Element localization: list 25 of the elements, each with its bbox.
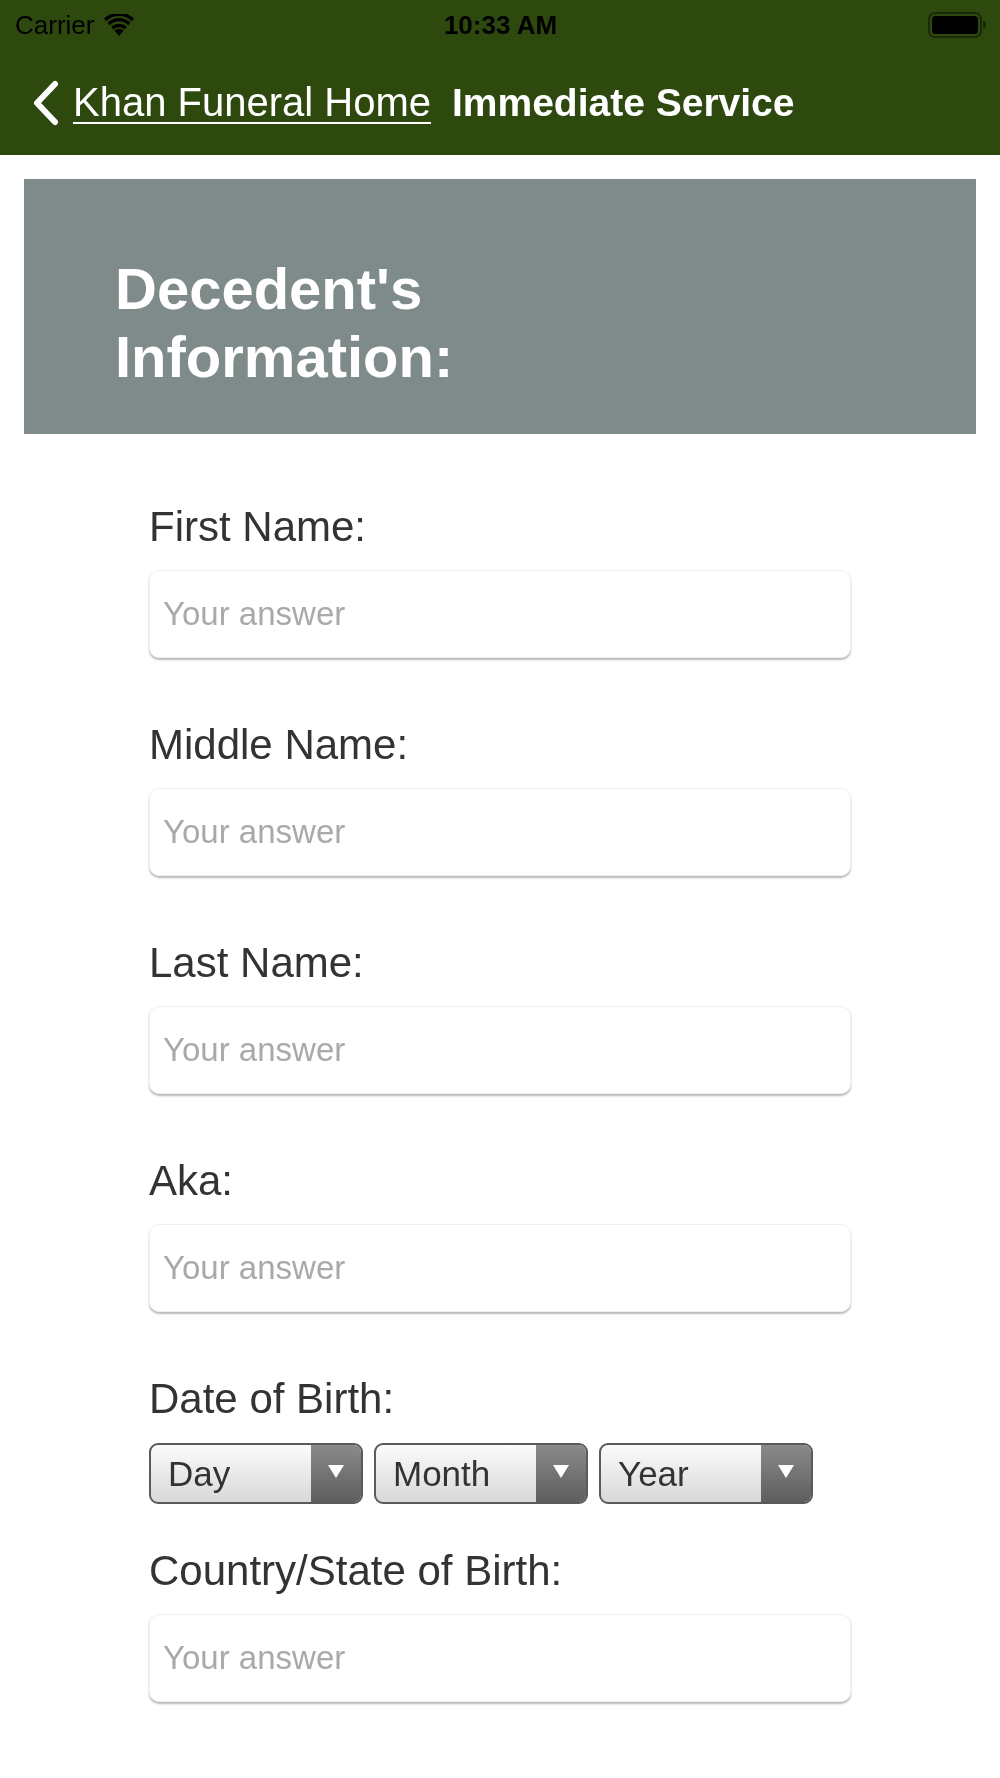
field-label: Last Name:: [149, 939, 364, 987]
field-label: Date of Birth:: [149, 1375, 395, 1423]
answer-field[interactable]: Your answer: [149, 788, 851, 876]
dropdown-select[interactable]: Month: [374, 1443, 588, 1504]
caret-icon: [311, 1445, 361, 1502]
status-time: 10:33 AM: [443, 9, 558, 41]
dropdown-select[interactable]: Year: [599, 1443, 813, 1504]
answer-field[interactable]: Your answer: [149, 1224, 851, 1312]
nav-title: Immediate Service: [451, 80, 795, 125]
field-label: Middle Name:: [149, 721, 409, 769]
caret-icon: [761, 1445, 811, 1502]
wifi-icon: [104, 14, 135, 36]
back-chevron-icon[interactable]: [32, 79, 59, 126]
section-title: Decedent's Information:: [115, 255, 455, 391]
answer-field[interactable]: Your answer: [149, 1006, 851, 1094]
dropdown-select[interactable]: Day: [149, 1443, 363, 1504]
field-label: Aka:: [149, 1157, 234, 1205]
caret-icon: [536, 1445, 586, 1502]
field-label: First Name:: [149, 503, 366, 551]
answer-field[interactable]: Your answer: [149, 1614, 851, 1702]
answer-field[interactable]: Your answer: [149, 570, 851, 658]
carrier-name: Carrier: [15, 9, 95, 41]
battery-icon: [928, 12, 986, 38]
back-link[interactable]: Khan Funeral Home: [73, 80, 431, 125]
field-label: Country/State of Birth:: [149, 1547, 563, 1595]
